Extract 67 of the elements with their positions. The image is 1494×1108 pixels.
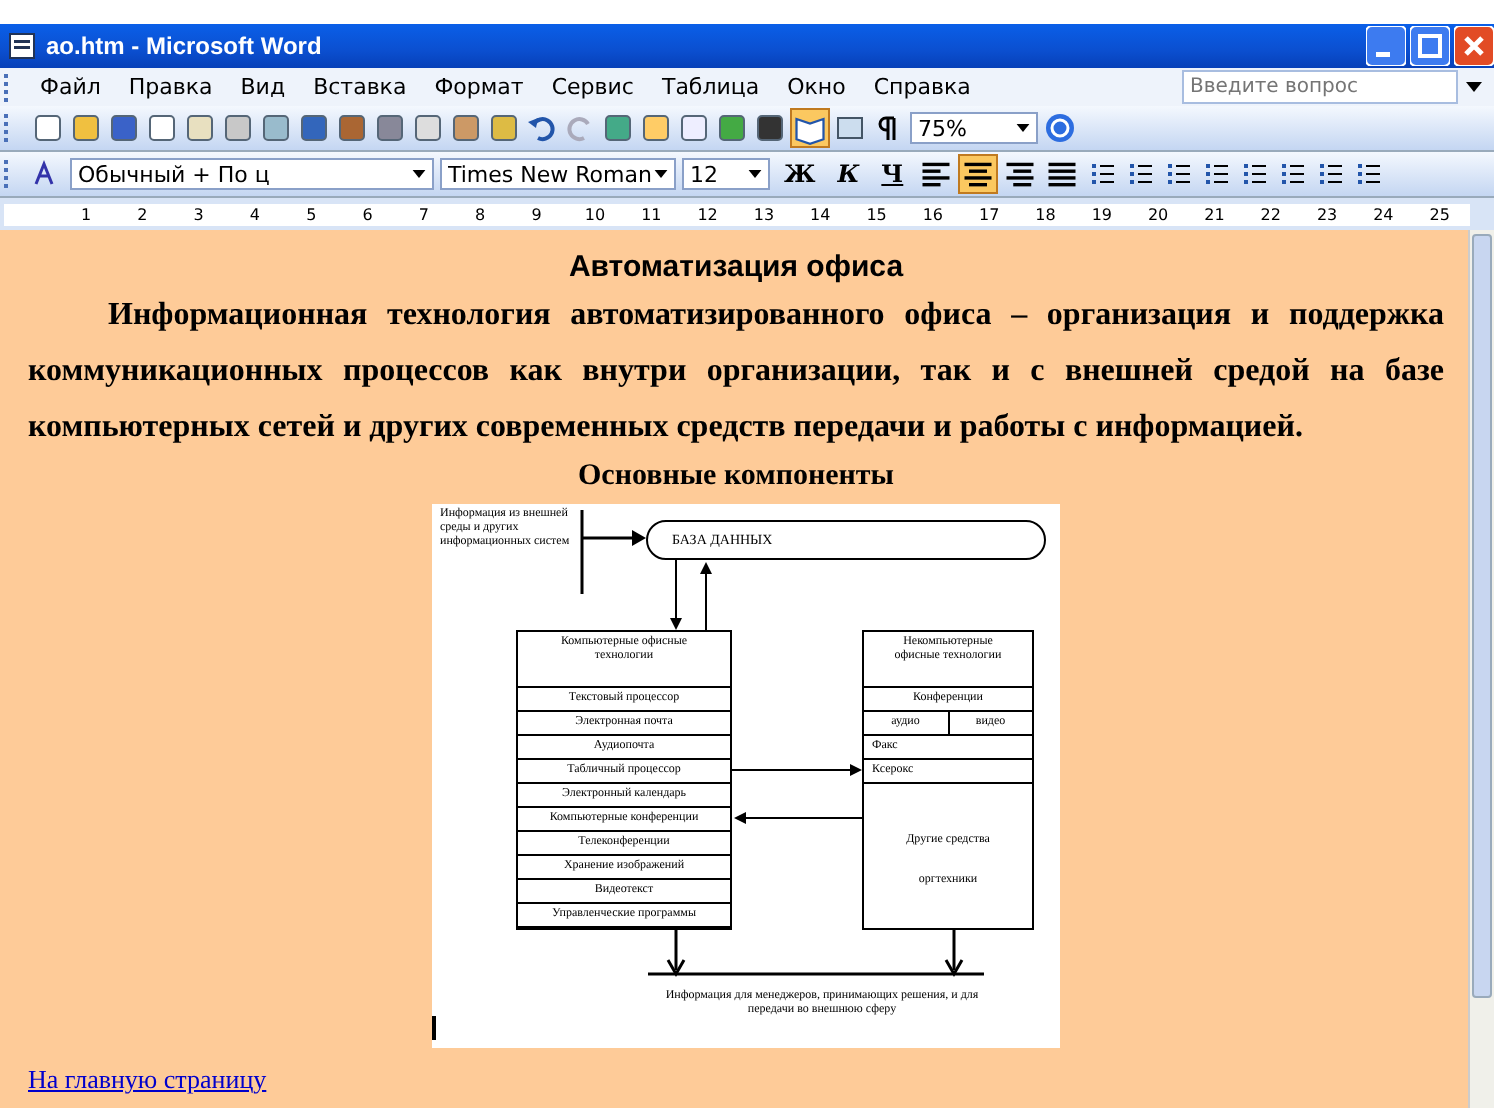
reading-layout-icon[interactable] [792, 110, 828, 146]
grip-icon [4, 160, 14, 188]
ruler-number: 15 [866, 203, 883, 225]
ruler-number: 19 [1091, 203, 1108, 225]
ruler-number: 23 [1316, 203, 1333, 225]
font-size-dropdown[interactable]: 12 [682, 158, 770, 190]
caret-icon [412, 170, 426, 178]
ruler-number: 24 [1373, 203, 1390, 225]
align-center-icon[interactable] [959, 156, 996, 192]
document-heading: Автоматизация офиса [566, 250, 906, 284]
ruler-number: 10 [584, 203, 601, 225]
ruler-number: 2 [135, 203, 150, 225]
menu-item[interactable]: Таблица [647, 74, 774, 100]
help-search-field[interactable]: Введите вопрос [1182, 70, 1458, 104]
ruler-number: 7 [416, 203, 431, 225]
menu-item[interactable]: Справка [859, 74, 985, 100]
minimize-icon[interactable] [1366, 26, 1406, 66]
source-bracket-arrow [580, 508, 646, 596]
ruler-number: 16 [922, 203, 939, 225]
close-icon[interactable] [1454, 26, 1494, 66]
ruler-number: 3 [191, 203, 206, 225]
ruler-number: 11 [641, 203, 658, 225]
ruler-number: 9 [529, 203, 544, 225]
ruler-number: 8 [473, 203, 488, 225]
section-heading: Основные компоненты [576, 458, 896, 496]
ruler-number: 17 [979, 203, 995, 225]
menu-item[interactable]: Вид [226, 74, 300, 100]
paragraph: Информационная технология автоматизированного офиса – организация и поддержка коммуникационных процессов как внутри организации, так и с внешней средой на базе компьютерных сетей и других современных средств передачи и работы с информацией. [28, 296, 1444, 448]
document-icon [8, 32, 36, 60]
document-map-icon[interactable] [834, 112, 866, 144]
caret-icon [748, 170, 762, 178]
maximize-icon[interactable] [1410, 26, 1450, 66]
vertical-scrollbar[interactable] [1468, 230, 1494, 1108]
grip-icon [4, 73, 14, 101]
ruler-number: 1 [78, 203, 94, 225]
window-title: ao.htm - Microsoft Word [46, 32, 324, 60]
ruler-number: 5 [304, 203, 319, 225]
ruler-number: 20 [1147, 203, 1164, 225]
menu-item[interactable]: Формат [420, 74, 538, 100]
grip-icon [4, 114, 14, 142]
ruler-number: 12 [697, 203, 714, 225]
home-link[interactable]: На главную страницу [28, 1064, 267, 1096]
help-icon[interactable] [1044, 112, 1076, 144]
dropdown-arrow-icon[interactable] [1466, 82, 1482, 92]
menu-item[interactable]: Правка [114, 74, 227, 100]
menu-item[interactable]: Вставка [299, 74, 421, 100]
zoom-dropdown[interactable]: 75% [910, 112, 1038, 144]
undo-icon[interactable] [526, 112, 558, 144]
ruler-number: 6 [360, 203, 375, 225]
ruler-number: 14 [810, 203, 827, 225]
menu-item[interactable]: Окно [773, 74, 860, 100]
ruler-number: 21 [1204, 203, 1221, 225]
caret-icon [1016, 124, 1030, 132]
style-dropdown[interactable]: Обычный + По ц [70, 158, 434, 190]
menu-item[interactable]: Сервис [537, 74, 648, 100]
font-dropdown[interactable]: Times New Roman [440, 158, 676, 190]
text-cursor [432, 1016, 436, 1040]
ruler-number: 22 [1260, 203, 1277, 225]
menu-item[interactable]: Файл [26, 74, 115, 100]
italic-button[interactable]: К [829, 160, 868, 188]
caret-icon [654, 170, 668, 178]
ruler-number: 4 [247, 203, 263, 225]
ruler-number: 18 [1035, 203, 1052, 225]
underline-button[interactable]: Ч [873, 160, 912, 188]
ruler-number: 13 [753, 203, 770, 225]
ruler-number: 25 [1429, 203, 1446, 225]
bold-button[interactable]: Ж [776, 160, 824, 188]
